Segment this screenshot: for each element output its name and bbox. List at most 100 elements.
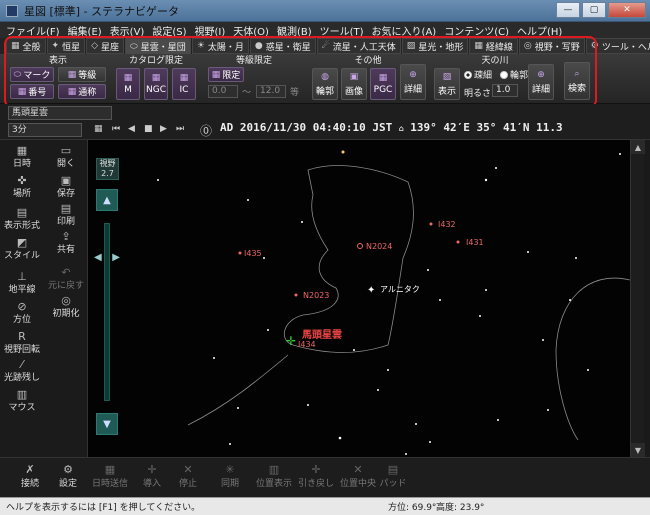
close-button[interactable]: ✕ <box>608 2 646 18</box>
reset-button[interactable]: ◎ 初期化 <box>44 294 88 319</box>
display-format-button[interactable]: ▤ 表示形式 <box>0 206 44 231</box>
trail-button[interactable]: ⁄ 光跡残し <box>0 358 44 383</box>
tab-fov[interactable]: ◎ 視野・写野 <box>518 38 585 54</box>
menu-tools[interactable]: ツール(T) <box>320 23 364 38</box>
pgc-button[interactable]: ▦ PGC <box>370 68 396 100</box>
print-icon: ▤ <box>60 202 72 215</box>
limit-toggle[interactable]: ▦ 限定 <box>208 67 244 82</box>
settings-button[interactable]: ⚙ 設定 <box>52 463 84 489</box>
clock-icon[interactable]: ⓪ <box>200 122 212 139</box>
menu-settings[interactable]: 設定(S) <box>152 23 186 38</box>
zoom-slider-handle[interactable]: ◀ ▶ <box>94 252 120 264</box>
milkyway-show-button[interactable]: ▨ 表示 <box>434 68 460 100</box>
tab-meteors[interactable]: ☄ 流星・人工天体 <box>316 38 401 54</box>
nebula-icon: ⬭ <box>130 41 138 52</box>
undo-button[interactable]: ↶ 元に戻す <box>44 266 88 291</box>
direction-button[interactable]: ⊘ 方位 <box>0 300 44 325</box>
skip-forward-icon[interactable]: ⏭ <box>176 124 184 134</box>
minimize-button[interactable]: — <box>556 2 580 18</box>
tab-sun-moon[interactable]: ☀ 太陽・月 <box>191 38 249 54</box>
pull-back-button[interactable]: ✛ 引き戻し <box>296 463 336 489</box>
menu-contents[interactable]: コンテンツ(C) <box>444 23 509 38</box>
search-button[interactable]: ⌕ 検索 <box>564 62 590 100</box>
stop-button[interactable]: ✕ 停止 <box>174 463 202 489</box>
vertical-scrollbar[interactable]: ▲ ▼ <box>630 140 645 457</box>
other-detail-button[interactable]: ⊕ 詳細 <box>400 64 426 100</box>
landscape-icon: ▨ <box>406 41 416 51</box>
show-position-button[interactable]: ▥ 位置表示 <box>254 463 294 489</box>
catalog-ic-button[interactable]: ▦ IC <box>172 68 196 100</box>
menu-help[interactable]: ヘルプ(H) <box>517 23 562 38</box>
tab-nebulae[interactable]: ⬭ 星雲・星団 <box>125 38 191 54</box>
object-select[interactable]: 馬頭星雲 <box>8 106 112 120</box>
tab-landscape[interactable]: ▨ 星光・地形 <box>401 38 469 54</box>
center-position-button[interactable]: ✕ 位置中央 <box>338 463 378 489</box>
sparse-radio[interactable]: 疎細 <box>464 68 492 81</box>
milkyway-detail-button[interactable]: ⊕ 詳細 <box>528 64 554 100</box>
crosshair-icon: ✛ <box>147 463 157 476</box>
common-name-toggle[interactable]: ▦ 通称 <box>58 84 106 99</box>
outline-radio[interactable]: 輪郭 <box>500 68 528 81</box>
tab-gridlines[interactable]: ▦ 経緯線 <box>469 38 518 54</box>
mag-max-field[interactable]: 12.0 <box>256 85 286 98</box>
camera-icon: ◎ <box>523 41 532 51</box>
save-button[interactable]: ▣ 保存 <box>44 174 88 199</box>
outline-button[interactable]: ◍ 輪郭 <box>312 68 338 100</box>
mouse-button[interactable]: ▥ マウス <box>0 388 44 413</box>
step-forward-icon[interactable]: ▶ <box>160 124 167 134</box>
open-button[interactable]: ▭ 開く <box>44 144 88 169</box>
star-chart-view[interactable]: I432 I431 N2024 I435 N2023 ✦ アルニタク ✛ 馬頭星雲 I… <box>88 140 630 457</box>
print-button[interactable]: ▤ 印刷 <box>44 202 88 227</box>
catalog-ngc-button[interactable]: ▦ NGC <box>144 68 168 100</box>
catalog-m-button[interactable]: ▦ M <box>116 68 140 100</box>
group-milkyway: 天の川 ▨ 表示 疎細 輪郭 明るさ: 1.0 ⊕ 詳細 <box>432 56 558 102</box>
triangle-down-icon: ▼ <box>103 418 111 430</box>
tab-stars[interactable]: ✦ 恒星 <box>46 38 86 54</box>
fov-rotate-button[interactable]: R 視野回転 <box>0 330 44 355</box>
zoom-in-button[interactable]: ▲ <box>96 189 118 211</box>
tab-general[interactable]: ▦ 全般 <box>6 38 46 54</box>
send-datetime-button[interactable]: ▦ 日時送信 <box>88 463 132 489</box>
nebula-mark-n2024: N2024 <box>357 242 392 251</box>
number-icon: ▦ <box>17 86 27 97</box>
menu-fov[interactable]: 視野(I) <box>195 23 226 38</box>
menu-observe[interactable]: 観測(B) <box>277 23 312 38</box>
zoom-slider-track[interactable] <box>104 223 110 401</box>
magnitude-toggle[interactable]: ▦ 等級 <box>58 67 106 82</box>
sync-button[interactable]: ✳ 同期 <box>216 463 244 489</box>
menu-edit[interactable]: 編集(E) <box>68 23 102 38</box>
display-icon: ▤ <box>16 206 28 219</box>
pad-button[interactable]: ▤ パッド <box>378 463 408 489</box>
style-button[interactable]: ◩ スタイル <box>0 236 44 261</box>
location-button[interactable]: ✜ 場所 <box>0 174 44 199</box>
range-separator: 〜 <box>242 88 252 98</box>
connect-button[interactable]: ✗ 接続 <box>14 463 46 489</box>
menu-objects[interactable]: 天体(O) <box>233 23 269 38</box>
mag-min-field[interactable]: 0.0 <box>208 85 238 98</box>
menu-view[interactable]: 表示(V) <box>110 23 145 38</box>
zoom-out-button[interactable]: ▼ <box>96 413 118 435</box>
goto-button[interactable]: ✛ 導入 <box>138 463 166 489</box>
share-button[interactable]: ⇪ 共有 <box>44 230 88 255</box>
number-toggle[interactable]: ▦ 番号 <box>10 84 54 99</box>
brightness-field[interactable]: 1.0 <box>492 84 518 97</box>
tab-planets[interactable]: ● 惑星・衛星 <box>249 38 316 54</box>
interval-select[interactable]: 3分 <box>8 123 82 137</box>
horizon-button[interactable]: ⊥ 地平線 <box>0 270 44 295</box>
scroll-down-icon[interactable]: ▼ <box>631 443 645 457</box>
mark-toggle[interactable]: ⬭ マーク <box>10 67 54 82</box>
tab-tools-help[interactable]: ⚙ツール・ヘルプ <box>585 38 650 54</box>
image-icon: ▣ <box>349 71 359 82</box>
step-back-icon[interactable]: ◀ <box>128 124 135 134</box>
stop-icon[interactable]: ■ <box>144 124 153 134</box>
tab-constellations[interactable]: ◇ 星座 <box>86 38 125 54</box>
scroll-up-icon[interactable]: ▲ <box>631 140 645 154</box>
image-button[interactable]: ▣ 画像 <box>341 68 367 100</box>
maximize-button[interactable]: ▢ <box>582 2 606 18</box>
skip-back-icon[interactable]: ⏮ <box>112 124 120 134</box>
calendar-icon[interactable]: ▦ <box>94 124 103 134</box>
handle-left-icon: ◀ <box>94 252 102 263</box>
menu-favorites[interactable]: お気に入り(A) <box>372 23 437 38</box>
menu-file[interactable]: ファイル(F) <box>6 23 60 38</box>
datetime-button[interactable]: ▦ 日時 <box>0 144 44 169</box>
